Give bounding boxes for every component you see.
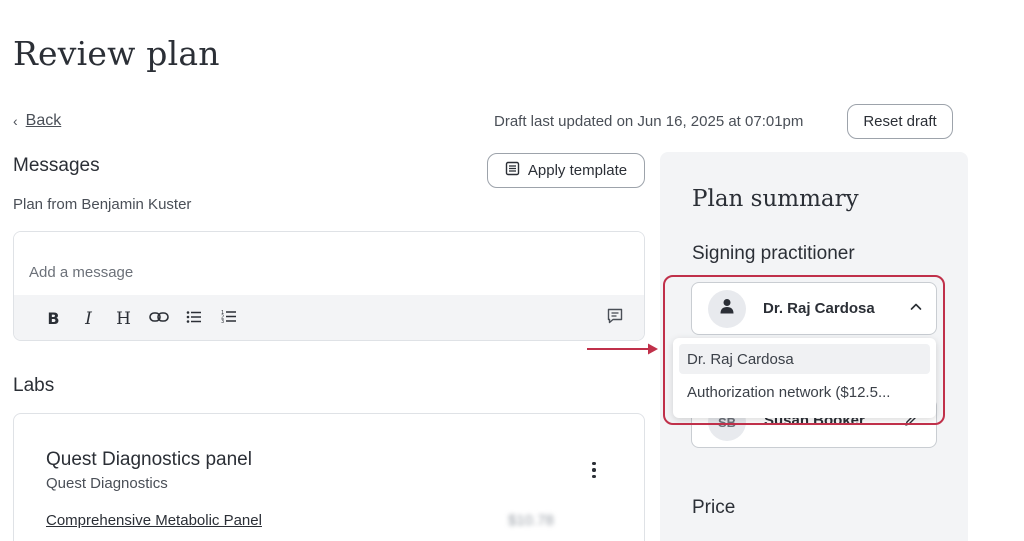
lab-card: Quest Diagnostics panel Quest Diagnostic…	[13, 413, 645, 541]
message-input[interactable]	[14, 232, 644, 295]
comment-icon	[606, 308, 624, 329]
bullet-list-icon	[186, 309, 202, 329]
bold-icon: B	[47, 309, 60, 328]
plan-from-text: Plan from Benjamin Kuster	[13, 196, 192, 213]
lab-test-price: $10.78	[508, 512, 554, 529]
lab-vendor: Quest Diagnostics	[46, 475, 168, 492]
dropdown-option-dr-raj-cardosa[interactable]: Dr. Raj Cardosa	[679, 344, 930, 374]
annotation-arrow-icon	[586, 340, 660, 363]
message-editor: B I H 123	[13, 231, 645, 341]
selected-practitioner-name: Dr. Raj Cardosa	[763, 300, 875, 317]
plan-summary-title: Plan summary	[692, 186, 859, 212]
labs-heading: Labs	[13, 375, 55, 396]
template-icon	[505, 161, 520, 180]
page-title: Review plan	[13, 34, 220, 73]
practitioner-dropdown-menu: Dr. Raj Cardosa Authorization network ($…	[673, 338, 936, 418]
back-link[interactable]: ‹ Back	[13, 112, 61, 130]
lab-test-link[interactable]: Comprehensive Metabolic Panel	[46, 512, 262, 529]
messages-heading: Messages	[13, 155, 100, 176]
svg-text:3: 3	[221, 319, 224, 324]
reset-draft-button[interactable]: Reset draft	[847, 104, 953, 139]
bold-button[interactable]: B	[36, 304, 71, 334]
numbered-list-button[interactable]: 123	[211, 304, 246, 334]
back-link-label: Back	[25, 112, 62, 129]
bullet-list-button[interactable]	[176, 304, 211, 334]
formatting-toolbar: B I H 123	[14, 295, 644, 340]
signing-practitioner-select[interactable]: Dr. Raj Cardosa	[691, 282, 937, 335]
chevron-up-icon	[910, 300, 922, 318]
italic-icon: I	[85, 308, 92, 329]
link-button[interactable]	[141, 304, 176, 334]
numbered-list-icon: 123	[221, 309, 237, 329]
link-icon	[148, 309, 169, 329]
draft-status-text: Draft last updated on Jun 16, 2025 at 07…	[494, 113, 804, 130]
dropdown-option-authorization-network[interactable]: Authorization network ($12.5...	[679, 377, 930, 407]
italic-button[interactable]: I	[71, 304, 106, 334]
heading-icon: H	[116, 308, 131, 329]
comment-button[interactable]	[606, 307, 624, 330]
more-options-icon[interactable]	[586, 458, 602, 482]
person-icon	[720, 298, 734, 319]
apply-template-button[interactable]: Apply template	[487, 153, 645, 188]
price-label: Price	[692, 497, 736, 518]
signing-practitioner-label: Signing practitioner	[692, 243, 855, 264]
avatar	[708, 289, 746, 328]
heading-button[interactable]: H	[106, 304, 141, 334]
apply-template-label: Apply template	[527, 162, 628, 179]
chevron-left-icon: ‹	[13, 113, 18, 129]
lab-panel-name: Quest Diagnostics panel	[46, 449, 252, 470]
